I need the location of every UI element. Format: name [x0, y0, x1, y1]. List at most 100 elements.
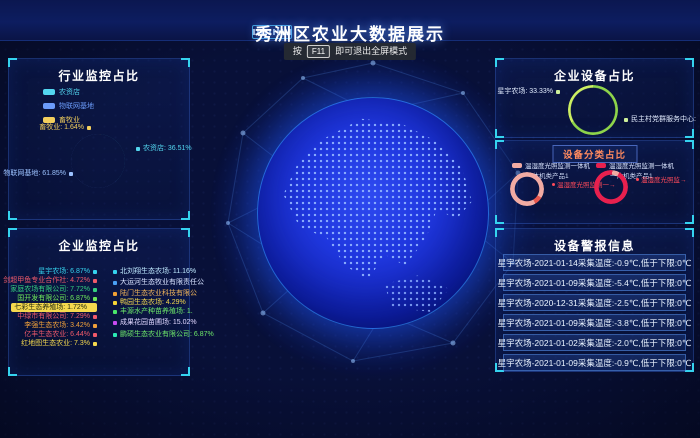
label-text: 中绿市有限公司: 7.29% [17, 312, 90, 321]
legend-item[interactable]: 农资店 [43, 87, 94, 97]
label-text: 丰源水产种苗养殖场: 1. [120, 307, 193, 316]
corner-accent [181, 228, 190, 237]
legend-label: 温湿度光照监测一体机 [609, 160, 674, 170]
chart-label: 鸭园生态农场: 4.29% [113, 298, 186, 307]
label-text: 北刘翔生态农场: 11.16% [120, 267, 196, 276]
alarm-row: 星宇农场-2020-12-31采集温度:-2.5℃,低于下限:0℃ [503, 294, 686, 311]
device-donut-chart[interactable] [568, 85, 618, 135]
alarm-row: 星宇农场-2021-01-14采集温度:-0.9℃,低于下限:0℃ [503, 254, 686, 271]
label-text: 国开发有限公司: 6.87% [17, 294, 90, 303]
chart-label: 民主村党群服务中心: [624, 115, 696, 124]
legend-swatch [596, 163, 606, 168]
label-dot [93, 270, 97, 274]
chart-label: 物联网基地: 61.85% [3, 169, 73, 178]
header-bar: 秀洲区农业大数据展示 [0, 0, 700, 41]
corner-accent [181, 58, 190, 67]
label-text: 大运河生态牧业有限责任公 [120, 278, 204, 287]
classification-donut-a[interactable] [510, 172, 544, 206]
label-dot [113, 310, 117, 314]
label-dot [113, 333, 117, 337]
legend-item[interactable]: 物联网基地 [43, 101, 94, 111]
globe-continent-dots [258, 98, 488, 328]
label-dot [87, 126, 91, 130]
industry-legend: 农资店 物联网基地 畜牧业 [43, 87, 94, 125]
corner-accent [8, 58, 17, 67]
legend-item[interactable]: 畜牧业 [43, 115, 94, 125]
panel-title-enterprise: 企业监控占比 [9, 229, 189, 254]
corner-accent [495, 215, 504, 224]
label-text: 农资店: 36.51% [143, 144, 192, 153]
panel-title-alarms: 设备警报信息 [496, 229, 693, 254]
callout-dot [636, 178, 639, 181]
panel-title-device: 企业设备占比 [496, 59, 693, 84]
alarm-row: 星宇农场-2021-01-09采集温度:-5.4℃,低于下限:0℃ [503, 274, 686, 291]
corner-accent [685, 228, 694, 237]
label-text: 鹏硕生态农业有限公司: 6.87% [120, 330, 214, 339]
label-dot [93, 342, 97, 346]
chart-label: 中绿市有限公司: 7.29% [17, 312, 97, 321]
chart-label: 红地图生态农业: 7.3% [21, 339, 97, 348]
legend-label: 温湿度光照监测一体机 [525, 160, 590, 170]
dashboard: 秀洲区农业大数据展示 按 F11 即可退出全屏模式 行业监控占比 农资店 物联网… [0, 0, 700, 438]
industry-donut-chart[interactable] [71, 134, 125, 188]
chart-label: 李强生态农场: 3.42% [24, 321, 97, 330]
label-text: 星宇农场: 6.87% [38, 267, 90, 276]
legend-label: 物联网基地 [59, 101, 94, 111]
chart-label: 鹏硕生态农业有限公司: 6.87% [113, 330, 214, 339]
callout-text: 温湿度光照监→ [641, 174, 687, 184]
classification-legend-a[interactable]: 温湿度光照监测一体机 [512, 160, 590, 170]
label-text: 七彩生态养殖场: 1.72% [14, 303, 87, 312]
classification-callout-b: 温湿度光照监→ [636, 174, 687, 184]
corner-accent [8, 228, 17, 237]
alarm-text: 星宇农场-2021-01-09采集温度:-0.9℃,低于下限:0℃ [498, 357, 692, 369]
fullscreen-exit-tooltip: 按 F11 即可退出全屏模式 [284, 43, 416, 60]
tooltip-suffix: 即可退出全屏模式 [335, 46, 407, 57]
page-title: 秀洲区农业大数据展示 [255, 20, 445, 45]
legend-swatch [43, 89, 55, 95]
chart-label: 家庭农场有限公司: 7.72% [10, 285, 97, 294]
alarm-list: 星宇农场-2021-01-14采集温度:-0.9℃,低于下限:0℃ 星宇农场-2… [503, 254, 686, 371]
corner-accent [495, 140, 504, 149]
panel-device-alarms: 设备警报信息 星宇农场-2021-01-14采集温度:-0.9℃,低于下限:0℃… [495, 228, 694, 372]
tooltip-prefix: 按 [293, 46, 302, 57]
enterprise-donut-chart[interactable] [87, 276, 121, 310]
chart-label: 剑超甲鱼专业合作社: 4.72% [3, 276, 97, 285]
alarm-row: 星宇农场-2021-01-09采集温度:-3.8℃,低于下限:0℃ [503, 314, 686, 331]
alarm-row: 星宇农场-2021-01-09采集温度:-0.9℃,低于下限:0℃ [503, 354, 686, 371]
alarm-text: 星宇农场-2021-01-09采集温度:-5.4℃,低于下限:0℃ [498, 277, 692, 289]
legend-label: 农资店 [59, 87, 80, 97]
corner-accent [495, 129, 504, 138]
label-text: 星宇农场: 33.33% [497, 87, 553, 96]
corner-accent [685, 58, 694, 67]
corner-accent [685, 215, 694, 224]
corner-accent [685, 129, 694, 138]
chart-label: 丰源水产种苗养殖场: 1. [113, 307, 193, 316]
classification-legend-b[interactable]: 温湿度光照监测一体机 [596, 160, 674, 170]
chart-label: 大运河生态牧业有限责任公 [113, 278, 204, 287]
chart-label: 北刘翔生态农场: 11.16% [113, 267, 196, 276]
corner-accent [685, 140, 694, 149]
classification-donut-b[interactable] [594, 170, 628, 204]
legend-label: 畜牧业 [59, 115, 80, 125]
chart-label: 农资店: 36.51% [136, 144, 192, 153]
corner-accent [181, 211, 190, 220]
chart-label: 星宇农场: 6.87% [38, 267, 97, 276]
corner-accent [8, 211, 17, 220]
panel-title-industry: 行业监控占比 [9, 59, 189, 84]
label-text: 民主村党群服务中心: [631, 115, 696, 124]
chart-label: 成果花园苗圃场: 15.02% [113, 318, 197, 327]
panel-enterprise-device: 企业设备占比 星宇农场: 33.33% 民主村党群服务中心: [495, 58, 694, 138]
label-text: 红地图生态农业: 7.3% [21, 339, 90, 348]
alarm-text: 星宇农场-2020-12-31采集温度:-2.5℃,低于下限:0℃ [498, 297, 692, 309]
label-text: 成果花园苗圃场: 15.02% [120, 318, 197, 327]
label-text: 李强生态农场: 3.42% [24, 321, 90, 330]
panel-enterprise-monitor: 企业监控占比 星宇农场: 6.87% 剑超甲鱼专业合作社: 4.72% 家庭农场… [8, 228, 190, 376]
alarm-row: 星宇农场-2021-01-02采集温度:-2.0℃,低于下限:0℃ [503, 334, 686, 351]
panel-device-classification: 设备分类占比 温湿度光照监测一体机 一体机类产品1 温湿度光照监测一→ 温湿度光… [495, 140, 694, 224]
label-dot [113, 270, 117, 274]
label-text: 鸭园生态农场: 4.29% [120, 298, 186, 307]
chart-label: 陆门生态农业科技有限公 [113, 289, 197, 298]
chart-label: 七彩生态养殖场: 1.72% [11, 303, 97, 312]
corner-accent [495, 228, 504, 237]
callout-dot [552, 183, 555, 186]
